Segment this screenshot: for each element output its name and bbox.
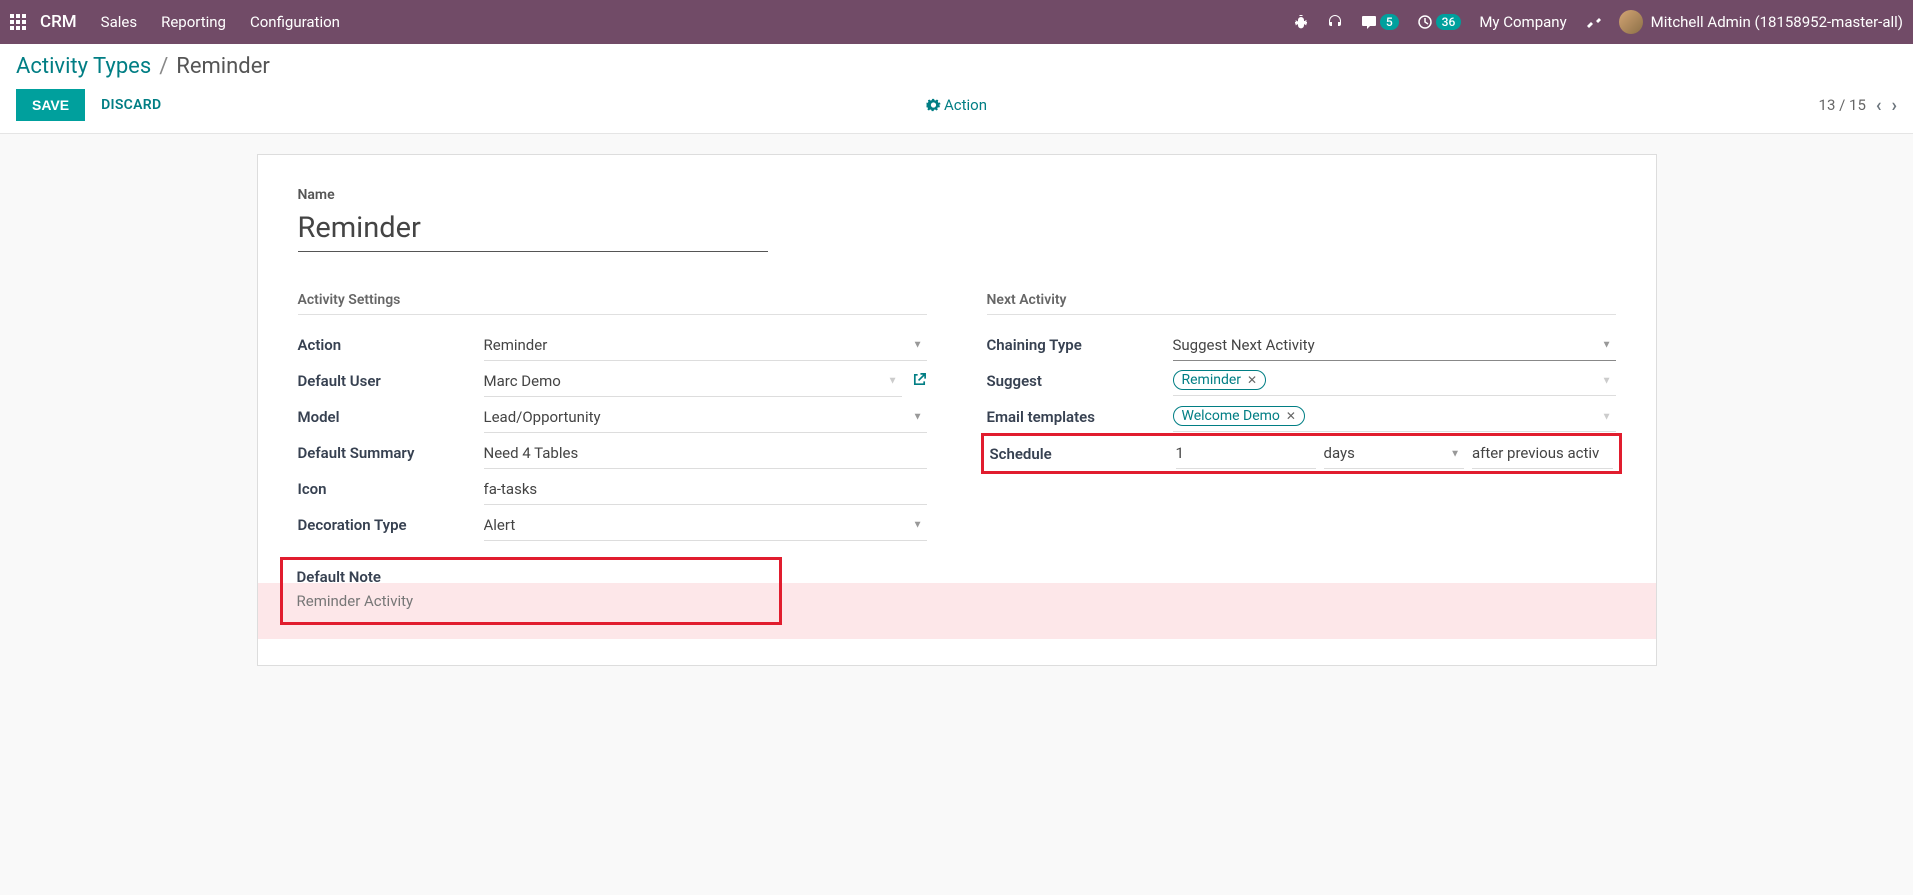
field-schedule-number[interactable] xyxy=(1176,438,1316,469)
col-next-activity: Next Activity Chaining Type ▼ Suggest Re… xyxy=(987,292,1616,543)
chevron-down-icon: ▼ xyxy=(1602,411,1612,422)
nav-menu: Sales Reporting Configuration xyxy=(101,13,340,31)
tag-remove-icon[interactable]: ✕ xyxy=(1286,409,1296,423)
discard-button[interactable]: DISCARD xyxy=(101,97,161,113)
default-note-body[interactable]: Reminder Activity xyxy=(297,592,765,610)
tag-suggest: Reminder ✕ xyxy=(1173,370,1267,390)
breadcrumb-sep: / xyxy=(159,54,168,79)
nav-item-reporting[interactable]: Reporting xyxy=(161,13,226,31)
activities-badge: 36 xyxy=(1436,14,1462,30)
tag-email-template: Welcome Demo ✕ xyxy=(1173,406,1305,426)
chevron-down-icon: ▼ xyxy=(1602,375,1612,386)
nav-item-sales[interactable]: Sales xyxy=(101,13,137,31)
messages-icon[interactable]: 5 xyxy=(1361,14,1399,30)
label-schedule: Schedule xyxy=(990,445,1176,463)
section-activity-settings: Activity Settings xyxy=(298,292,927,315)
action-dropdown[interactable]: Action xyxy=(926,96,987,114)
field-decoration-type[interactable] xyxy=(484,510,927,541)
actions-row: SAVE DISCARD Action 13 / 15 ‹ › xyxy=(16,89,1897,121)
nav-item-configuration[interactable]: Configuration xyxy=(250,13,340,31)
breadcrumb-parent[interactable]: Activity Types xyxy=(16,54,151,79)
form-sheet: Name Activity Settings Action ▼ Default … xyxy=(257,154,1657,666)
field-action[interactable] xyxy=(484,330,927,361)
gear-icon xyxy=(926,98,940,112)
messages-badge: 5 xyxy=(1380,14,1399,30)
breadcrumb-current: Reminder xyxy=(176,54,270,79)
field-email-templates[interactable]: Welcome Demo ✕ ▼ xyxy=(1173,402,1616,432)
support-icon[interactable] xyxy=(1327,14,1343,30)
save-button[interactable]: SAVE xyxy=(16,89,85,121)
default-note-label: Default Note xyxy=(297,568,765,586)
label-decoration-type: Decoration Type xyxy=(298,516,484,534)
col-activity-settings: Activity Settings Action ▼ Default User xyxy=(298,292,927,543)
breadcrumb: Activity Types / Reminder xyxy=(16,54,1897,79)
field-icon[interactable] xyxy=(484,474,927,505)
tools-icon[interactable] xyxy=(1585,14,1601,30)
section-next-activity: Next Activity xyxy=(987,292,1616,315)
label-chaining-type: Chaining Type xyxy=(987,336,1173,354)
field-suggest[interactable]: Reminder ✕ ▼ xyxy=(1173,366,1616,396)
user-name: Mitchell Admin (18158952-master-all) xyxy=(1651,13,1903,31)
app-brand[interactable]: CRM xyxy=(40,12,77,32)
activities-icon[interactable]: 36 xyxy=(1417,14,1462,30)
label-model: Model xyxy=(298,408,484,426)
pager-prev[interactable]: ‹ xyxy=(1876,95,1882,116)
sheet-wrap: Name Activity Settings Action ▼ Default … xyxy=(0,134,1913,686)
schedule-after-text: after previous activ xyxy=(1472,438,1613,469)
pager-text: 13 / 15 xyxy=(1819,96,1866,114)
bug-icon[interactable] xyxy=(1293,14,1309,30)
field-chaining-type[interactable] xyxy=(1173,330,1616,361)
field-schedule-unit[interactable] xyxy=(1324,438,1465,469)
label-icon: Icon xyxy=(298,480,484,498)
field-model[interactable] xyxy=(484,402,927,433)
external-link-icon[interactable] xyxy=(912,372,927,391)
top-navbar: CRM Sales Reporting Configuration 5 36 M… xyxy=(0,0,1913,44)
user-menu[interactable]: Mitchell Admin (18158952-master-all) xyxy=(1619,10,1903,34)
nav-right: 5 36 My Company Mitchell Admin (18158952… xyxy=(1293,10,1903,34)
label-default-summary: Default Summary xyxy=(298,444,484,462)
company-switcher[interactable]: My Company xyxy=(1479,13,1566,31)
avatar xyxy=(1619,10,1643,34)
default-note-highlight: Default Note Reminder Activity xyxy=(280,557,782,625)
pager-next[interactable]: › xyxy=(1892,95,1897,116)
label-suggest: Suggest xyxy=(987,372,1173,390)
tag-remove-icon[interactable]: ✕ xyxy=(1247,373,1257,387)
pager: 13 / 15 ‹ › xyxy=(1819,95,1897,116)
control-bar: Activity Types / Reminder SAVE DISCARD A… xyxy=(0,44,1913,134)
label-action: Action xyxy=(298,336,484,354)
schedule-row-highlight: Schedule ▼ after previous activ xyxy=(981,433,1622,474)
apps-icon[interactable] xyxy=(10,14,26,30)
field-default-user[interactable] xyxy=(484,366,902,397)
label-default-user: Default User xyxy=(298,372,484,390)
field-default-summary[interactable] xyxy=(484,438,927,469)
label-email-templates: Email templates xyxy=(987,408,1173,426)
name-input[interactable] xyxy=(298,207,768,252)
name-label: Name xyxy=(298,187,1616,203)
